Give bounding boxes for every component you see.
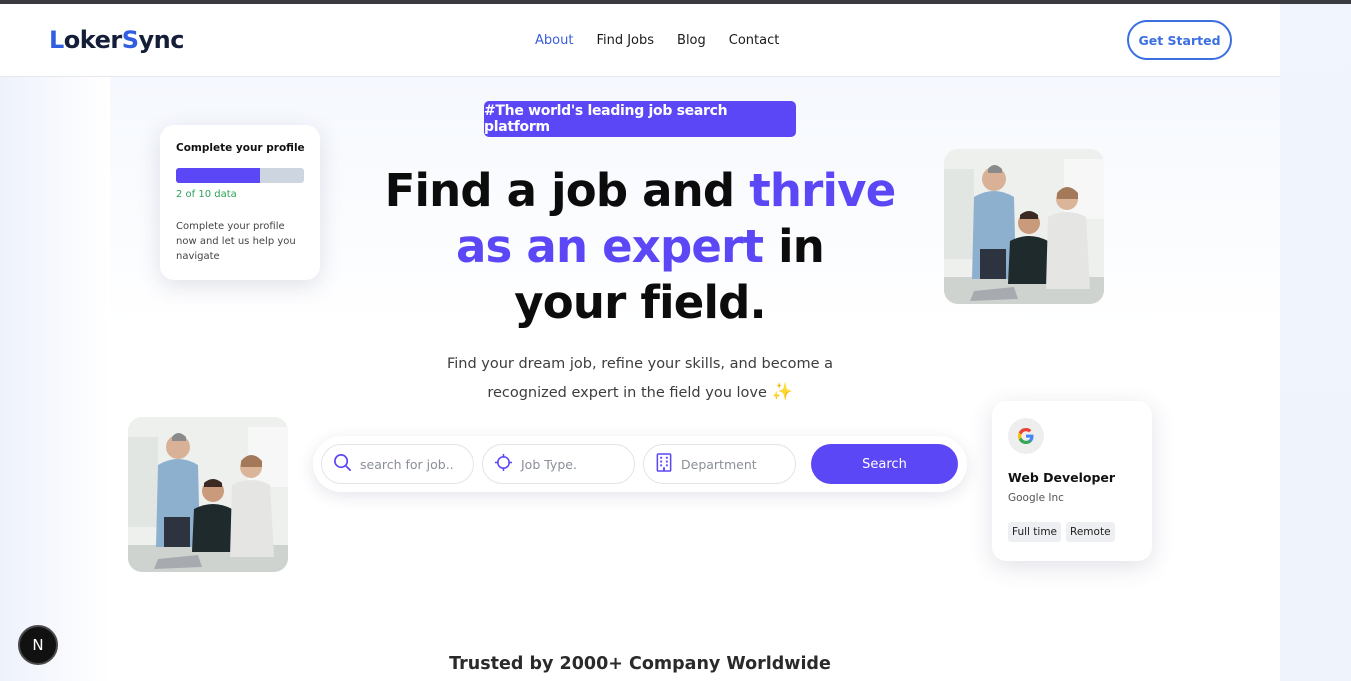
logo-letter-s: S: [121, 26, 139, 54]
search-icon: [333, 453, 352, 476]
nav-links: About Find Jobs Blog Contact: [535, 33, 779, 48]
logo-text-oker: oker: [63, 26, 122, 54]
sparkle-icon: ✨: [771, 382, 793, 402]
google-logo-icon: [1008, 418, 1044, 454]
team-photo-bottom: [128, 417, 288, 572]
headline-part-5: your field.: [514, 276, 766, 329]
hero-badge: #The world's leading job search platform: [484, 101, 796, 137]
job-title: Web Developer: [1008, 470, 1116, 485]
right-gutter: [1280, 4, 1351, 681]
tag-remote: Remote: [1066, 522, 1115, 542]
logo[interactable]: LokerSync: [49, 26, 184, 54]
profile-progress-bar: [176, 168, 304, 183]
nav-link-blog[interactable]: Blog: [677, 33, 706, 48]
job-tags: Full time Remote: [1008, 522, 1115, 542]
profile-progress-fill: [176, 168, 261, 183]
profile-completion-card: Complete your profile 2 of 10 data Compl…: [160, 125, 320, 280]
building-icon: [655, 452, 673, 476]
logo-letter-l: L: [49, 26, 64, 54]
job-type-select[interactable]: Job Type.: [482, 444, 635, 484]
profile-card-title: Complete your profile: [176, 142, 305, 154]
job-search-input[interactable]: search for job..: [321, 444, 474, 484]
job-listing-card[interactable]: Web Developer Google Inc Full time Remot…: [992, 401, 1152, 561]
dev-tools-badge[interactable]: N: [18, 625, 58, 665]
job-search-bar: search for job.. Job Type. Department Se…: [313, 436, 967, 492]
hero-subtext: Find your dream job, refine your skills,…: [420, 350, 860, 407]
hero-headline: Find a job and thrive as an expert in yo…: [340, 163, 940, 331]
search-button[interactable]: Search: [811, 444, 958, 484]
left-gradient: [0, 77, 110, 681]
profile-progress-count: 2 of 10 data: [176, 189, 237, 200]
get-started-button[interactable]: Get Started: [1127, 20, 1232, 60]
tag-full-time: Full time: [1008, 522, 1062, 542]
crosshair-icon: [494, 453, 513, 476]
department-placeholder: Department: [681, 456, 757, 472]
team-photo-top: [944, 149, 1104, 304]
nav-link-about[interactable]: About: [535, 33, 573, 48]
company-name: Google Inc: [1008, 492, 1064, 504]
nav-link-find-jobs[interactable]: Find Jobs: [596, 33, 654, 48]
job-search-placeholder: search for job..: [360, 456, 454, 472]
team-photo-illustration: [944, 149, 1104, 304]
headline-part-3: as an expert: [455, 220, 764, 273]
team-photo-illustration-2: [128, 417, 288, 572]
headline-part-2: thrive: [749, 164, 896, 217]
department-select[interactable]: Department: [643, 444, 796, 484]
trusted-heading: Trusted by 2000+ Company Worldwide: [449, 654, 831, 674]
headline-part-4: in: [763, 220, 825, 273]
headline-part-1: Find a job and: [384, 164, 750, 217]
profile-card-description: Complete your profile now and let us hel…: [176, 221, 296, 262]
job-type-placeholder: Job Type.: [521, 456, 577, 472]
navbar: LokerSync About Find Jobs Blog Contact G…: [0, 4, 1280, 77]
nav-link-contact[interactable]: Contact: [729, 33, 780, 48]
logo-text-ync: ync: [138, 26, 185, 54]
